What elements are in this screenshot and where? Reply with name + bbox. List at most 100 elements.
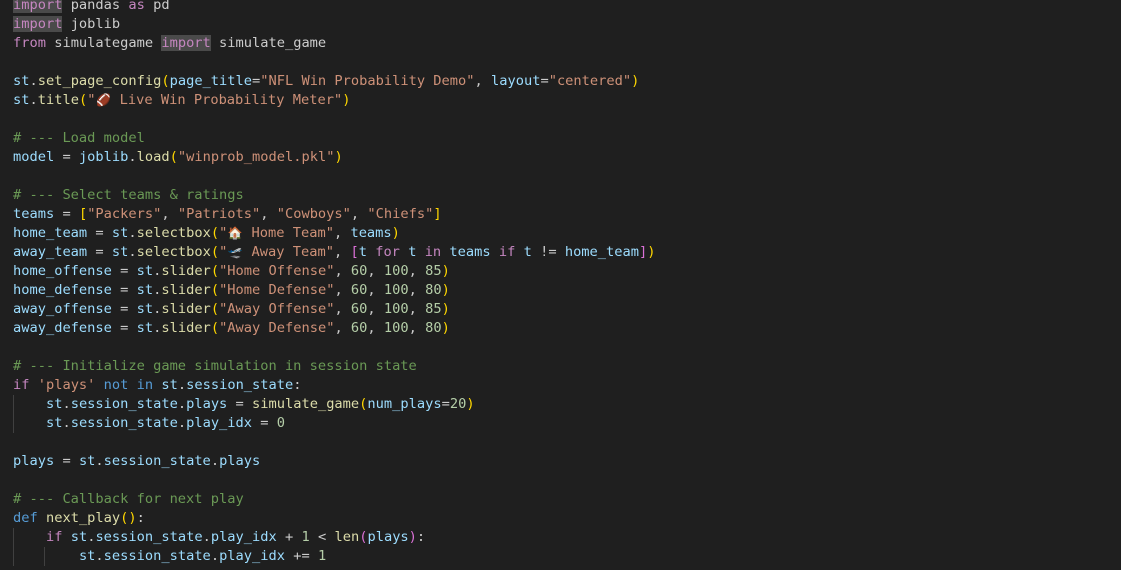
code-token: next_play	[45, 510, 121, 526]
code-token: =	[252, 73, 261, 89]
code-token: )	[466, 396, 475, 412]
code-token: st	[136, 263, 154, 279]
code-token: import	[161, 35, 211, 51]
code-token: 1	[301, 529, 310, 545]
code-line[interactable]: plays = st.session_state.plays	[0, 452, 1121, 471]
code-token: title	[37, 92, 79, 108]
code-token: session_state	[103, 453, 211, 469]
code-line[interactable]: away_team = st.selectbox("🛫 Away Team", …	[0, 243, 1121, 262]
code-token: 80	[425, 320, 442, 336]
code-token: .	[62, 396, 71, 412]
code-token: =	[87, 244, 112, 260]
code-line[interactable]: # --- Callback for next play	[0, 490, 1121, 509]
code-line[interactable]: # --- Initialize game simulation in sess…	[0, 357, 1121, 376]
code-token: st	[13, 73, 30, 89]
code-token: home_offense	[13, 263, 112, 279]
code-token: 100	[383, 320, 409, 336]
code-token: for	[375, 244, 400, 260]
code-token: 60	[350, 263, 368, 279]
code-line[interactable]: from simulategame import simulate_game	[0, 34, 1121, 53]
code-line[interactable]: home_defense = st.slider("Home Defense",…	[0, 281, 1121, 300]
code-token: st	[136, 320, 154, 336]
code-line[interactable]	[0, 53, 1121, 72]
code-token: )	[631, 73, 640, 89]
code-token: "Away Offense"	[219, 301, 335, 317]
code-token: simulategame	[45, 35, 162, 51]
code-token: slider	[161, 320, 211, 336]
code-token: in	[136, 377, 154, 393]
code-token: ,	[334, 282, 351, 298]
code-token: Home Team"	[243, 225, 334, 241]
code-line[interactable]: import joblib	[0, 15, 1121, 34]
code-token: slider	[161, 263, 211, 279]
code-token: +	[276, 529, 302, 545]
code-token: st	[45, 415, 63, 431]
code-line[interactable]: teams = ["Packers", "Patriots", "Cowboys…	[0, 205, 1121, 224]
code-token: t	[523, 244, 532, 260]
code-line[interactable]: import pandas as pd	[0, 0, 1121, 15]
code-token: if	[498, 244, 516, 260]
code-line[interactable]: home_team = st.selectbox("🏠 Home Team", …	[0, 224, 1121, 243]
code-line[interactable]: st.session_state.plays = simulate_game(n…	[0, 395, 1121, 414]
code-token: "Patriots"	[177, 206, 261, 222]
code-token: ,	[408, 263, 426, 279]
code-token: "Home Defense"	[219, 282, 335, 298]
code-token: .	[177, 396, 187, 412]
code-token: =	[54, 206, 79, 222]
code-token: =	[227, 396, 253, 412]
code-token: 100	[383, 301, 409, 317]
code-line[interactable]: st.session_state.play_idx = 0	[0, 414, 1121, 433]
code-line[interactable]: st.title("🏈 Live Win Probability Meter")	[0, 91, 1121, 110]
code-line[interactable]: away_defense = st.slider("Away Defense",…	[0, 319, 1121, 338]
code-line[interactable]: st.set_page_config(page_title="NFL Win P…	[0, 72, 1121, 91]
code-token: joblib	[62, 16, 121, 32]
code-line[interactable]: if 'plays' not in st.session_state:	[0, 376, 1121, 395]
code-token: =	[111, 263, 137, 279]
code-line[interactable]: model = joblib.load("winprob_model.pkl")	[0, 148, 1121, 167]
code-token: teams	[350, 225, 392, 241]
code-line[interactable]: # --- Select teams & ratings	[0, 186, 1121, 205]
code-token: .	[177, 415, 187, 431]
indent-guide	[13, 547, 14, 566]
code-line[interactable]	[0, 110, 1121, 129]
code-token: ,	[333, 244, 351, 260]
code-token: ]	[639, 244, 648, 260]
code-token: )	[342, 92, 351, 108]
code-line[interactable]: away_offense = st.slider("Away Offense",…	[0, 300, 1121, 319]
code-token: .	[210, 548, 220, 564]
code-line[interactable]: home_offense = st.slider("Home Offense",…	[0, 262, 1121, 281]
code-token: plays	[367, 529, 409, 545]
code-token: pandas	[62, 0, 129, 13]
code-token: session_state	[70, 396, 178, 412]
code-token: selectbox	[136, 225, 211, 241]
indent-guide	[13, 528, 14, 547]
code-line[interactable]	[0, 167, 1121, 186]
code-token: simulate_game	[210, 35, 327, 51]
code-token: (	[169, 149, 178, 165]
code-line[interactable]: # --- Load model	[0, 129, 1121, 148]
code-token: ,	[408, 301, 426, 317]
code-token: )	[391, 225, 400, 241]
code-line[interactable]	[0, 433, 1121, 452]
code-token: home_team	[564, 244, 639, 260]
code-line[interactable]: def next_play():	[0, 509, 1121, 528]
code-token: st	[45, 396, 63, 412]
code-line[interactable]: st.session_state.play_idx += 1	[0, 547, 1121, 566]
code-line[interactable]: if st.session_state.play_idx + 1 < len(p…	[0, 528, 1121, 547]
code-token: as	[128, 0, 145, 13]
code-token: ,	[408, 320, 426, 336]
code-line[interactable]	[0, 471, 1121, 490]
code-token: away_defense	[13, 320, 112, 336]
code-token: session_state	[103, 548, 211, 564]
code-token: ,	[334, 263, 351, 279]
code-editor[interactable]: import pandas as pd import joblib from sim…	[0, 0, 1121, 570]
code-token: =	[540, 73, 549, 89]
indent-guide	[13, 414, 14, 433]
code-line[interactable]	[0, 338, 1121, 357]
